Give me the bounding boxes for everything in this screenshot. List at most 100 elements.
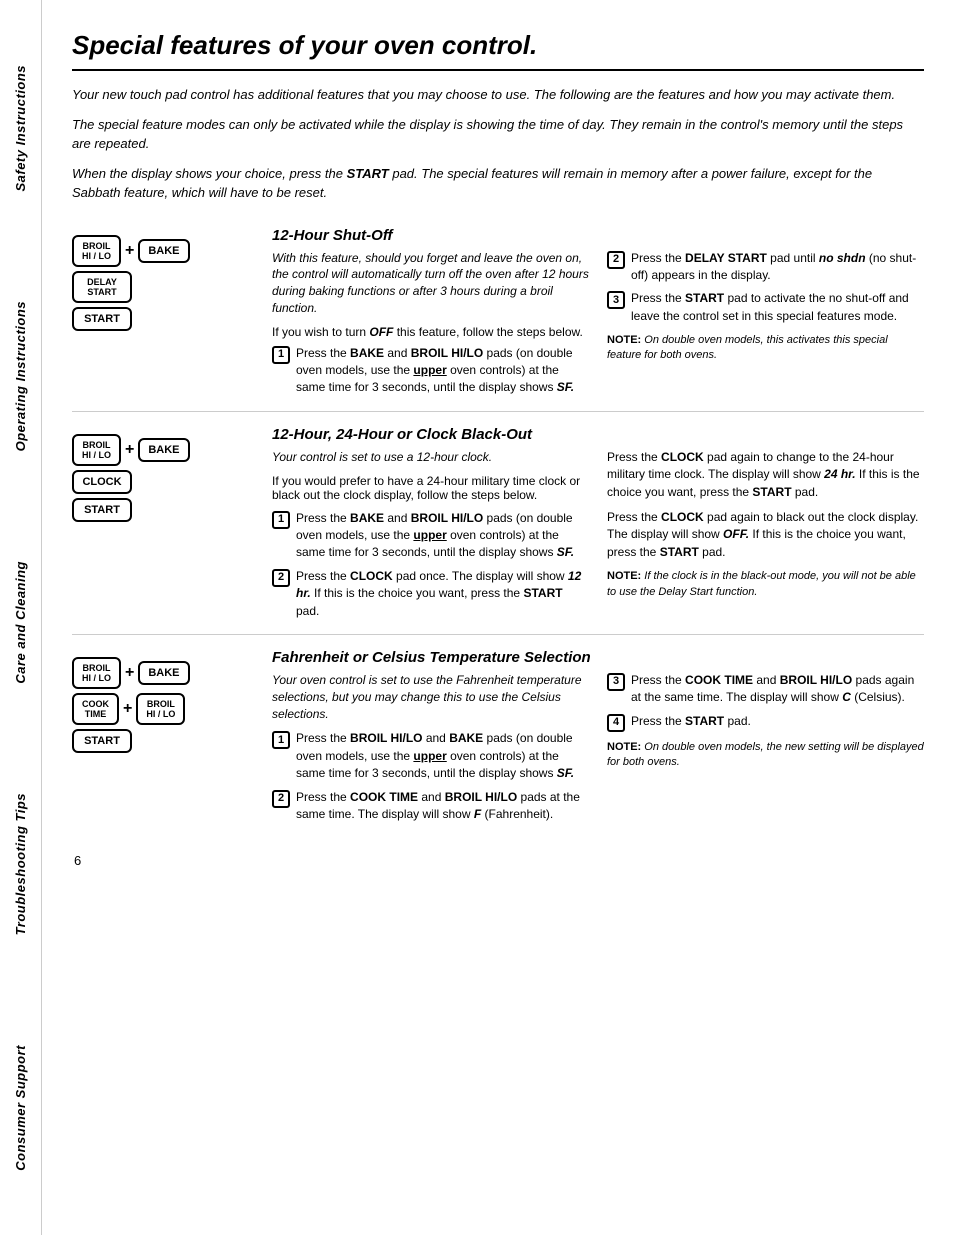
intro-paragraph-1: Your new touch pad control has additiona… <box>72 85 924 105</box>
section-shutoff-keypad: BROILHI / LO + BAKE DELAYSTART START <box>72 227 272 397</box>
temp-steps-right: 3 Press the COOK TIME and BROIL HI/LO pa… <box>607 672 924 732</box>
clock-columns: Your control is set to use a 12-hour clo… <box>272 449 924 620</box>
keypad-clock: BROILHI / LO + BAKE CLOCK START <box>72 434 190 522</box>
shutoff-heading: 12-Hour Shut-Off <box>272 227 924 244</box>
keypad-clock-row-1: BROILHI / LO + BAKE <box>72 434 190 466</box>
key-delay-start: DELAYSTART <box>72 271 132 303</box>
temp-step-text-3: Press the COOK TIME and BROIL HI/LO pads… <box>631 672 924 707</box>
key-start-2: START <box>72 498 132 522</box>
temp-step-num-3: 3 <box>607 673 625 691</box>
temp-col-right: 3 Press the COOK TIME and BROIL HI/LO pa… <box>607 672 924 823</box>
keypad-row-3: START <box>72 307 132 331</box>
temp-intro: Your oven control is set to use the Fahr… <box>272 672 589 722</box>
keypad-shutoff: BROILHI / LO + BAKE DELAYSTART START <box>72 235 190 331</box>
key-broil-hilo-2: BROILHI / LO <box>72 434 121 466</box>
clock-heading: 12-Hour, 24-Hour or Clock Black-Out <box>272 426 924 443</box>
clock-step-text-2: Press the CLOCK pad once. The display wi… <box>296 568 589 620</box>
shutoff-steps-right: 2 Press the DELAY START pad until no shd… <box>607 250 924 326</box>
clock-if-off: If you would prefer to have a 24-hour mi… <box>272 474 589 502</box>
section-temp-content: Fahrenheit or Celsius Temperature Select… <box>272 649 924 823</box>
keypad-temp-row-1: BROILHI / LO + BAKE <box>72 657 190 689</box>
keypad-temp-row-3: START <box>72 729 132 753</box>
key-cook-time: COOKTIME <box>72 693 119 725</box>
key-bake-2: BAKE <box>138 438 189 462</box>
section-clock-content: 12-Hour, 24-Hour or Clock Black-Out Your… <box>272 426 924 620</box>
plus-sign-3: + <box>125 664 134 682</box>
key-start-1: START <box>72 307 132 331</box>
sidebar-item-operating: Operating Instructions <box>13 286 28 466</box>
key-bake-3: BAKE <box>138 661 189 685</box>
key-start-3: START <box>72 729 132 753</box>
clock-right-text-1: Press the CLOCK pad again to change to t… <box>607 449 924 501</box>
temp-steps-left: 1 Press the BROIL HI/LO and BAKE pads (o… <box>272 730 589 823</box>
clock-step-2: 2 Press the CLOCK pad once. The display … <box>272 568 589 620</box>
key-clock: CLOCK <box>72 470 132 494</box>
temp-step-3: 3 Press the COOK TIME and BROIL HI/LO pa… <box>607 672 924 707</box>
temp-step-1: 1 Press the BROIL HI/LO and BAKE pads (o… <box>272 730 589 782</box>
temp-step-2: 2 Press the COOK TIME and BROIL HI/LO pa… <box>272 789 589 824</box>
shutoff-intro: With this feature, should you forget and… <box>272 250 589 317</box>
keypad-temp-row-2: COOKTIME + BROILHI / LO <box>72 693 185 725</box>
plus-sign-1: + <box>125 242 134 260</box>
clock-steps-left: 1 Press the BAKE and BROIL HI/LO pads (o… <box>272 510 589 620</box>
intro-paragraph-2: The special feature modes can only be ac… <box>72 115 924 154</box>
step-num-1: 1 <box>272 346 290 364</box>
clock-col-right: Press the CLOCK pad again to change to t… <box>607 449 924 620</box>
keypad-clock-row-3: START <box>72 498 132 522</box>
plus-sign-2: + <box>125 441 134 459</box>
page-title: Special features of your oven control. <box>72 30 924 71</box>
clock-note: NOTE: If the clock is in the black-out m… <box>607 569 924 600</box>
temp-step-num-2: 2 <box>272 790 290 808</box>
plus-sign-4: + <box>123 700 132 718</box>
section-temp-keypad: BROILHI / LO + BAKE COOKTIME + BROILHI /… <box>72 649 272 823</box>
step-num-2: 2 <box>607 251 625 269</box>
section-shutoff: BROILHI / LO + BAKE DELAYSTART START 12-… <box>72 213 924 412</box>
clock-step-1: 1 Press the BAKE and BROIL HI/LO pads (o… <box>272 510 589 562</box>
page-number: 6 <box>72 853 924 868</box>
keypad-row-1: BROILHI / LO + BAKE <box>72 235 190 267</box>
temp-col-left: Your oven control is set to use the Fahr… <box>272 672 589 823</box>
clock-intro: Your control is set to use a 12-hour clo… <box>272 449 589 466</box>
shutoff-if-off: If you wish to turn OFF this feature, fo… <box>272 325 589 339</box>
keypad-clock-row-2: CLOCK <box>72 470 132 494</box>
step-text-1: Press the BAKE and BROIL HI/LO pads (on … <box>296 345 589 397</box>
main-content: Special features of your oven control. Y… <box>42 0 954 1235</box>
clock-col-left: Your control is set to use a 12-hour clo… <box>272 449 589 620</box>
temp-step-text-4: Press the START pad. <box>631 713 924 730</box>
sidebar-item-troubleshooting: Troubleshooting Tips <box>13 778 28 950</box>
shutoff-step-2: 2 Press the DELAY START pad until no shd… <box>607 250 924 285</box>
temp-step-num-4: 4 <box>607 714 625 732</box>
temp-note: NOTE: On double oven models, the new set… <box>607 740 924 771</box>
keypad-temp: BROILHI / LO + BAKE COOKTIME + BROILHI /… <box>72 657 190 753</box>
shutoff-step-3: 3 Press the START pad to activate the no… <box>607 290 924 325</box>
clock-step-num-2: 2 <box>272 569 290 587</box>
temp-step-num-1: 1 <box>272 731 290 749</box>
temp-columns: Your oven control is set to use the Fahr… <box>272 672 924 823</box>
step-text-2: Press the DELAY START pad until no shdn … <box>631 250 924 285</box>
intro-paragraph-3: When the display shows your choice, pres… <box>72 164 924 203</box>
section-temp: BROILHI / LO + BAKE COOKTIME + BROILHI /… <box>72 635 924 837</box>
clock-step-num-1: 1 <box>272 511 290 529</box>
shutoff-col-left: With this feature, should you forget and… <box>272 250 589 397</box>
shutoff-col-right: 2 Press the DELAY START pad until no shd… <box>607 250 924 397</box>
temp-step-4: 4 Press the START pad. <box>607 713 924 732</box>
temp-step-text-1: Press the BROIL HI/LO and BAKE pads (on … <box>296 730 589 782</box>
key-bake-1: BAKE <box>138 239 189 263</box>
step-text-3: Press the START pad to activate the no s… <box>631 290 924 325</box>
key-broil-hilo-4: BROILHI / LO <box>136 693 185 725</box>
sidebar-item-safety: Safety Instructions <box>13 50 28 207</box>
sidebar-item-care: Care and Cleaning <box>13 546 28 699</box>
clock-step-text-1: Press the BAKE and BROIL HI/LO pads (on … <box>296 510 589 562</box>
section-clock-keypad: BROILHI / LO + BAKE CLOCK START <box>72 426 272 620</box>
sidebar: Safety Instructions Operating Instructio… <box>0 0 42 1235</box>
shutoff-columns: With this feature, should you forget and… <box>272 250 924 397</box>
clock-right-text-2: Press the CLOCK pad again to black out t… <box>607 509 924 561</box>
temp-step-text-2: Press the COOK TIME and BROIL HI/LO pads… <box>296 789 589 824</box>
shutoff-steps-left: 1 Press the BAKE and BROIL HI/LO pads (o… <box>272 345 589 397</box>
temp-heading: Fahrenheit or Celsius Temperature Select… <box>272 649 924 666</box>
key-broil-hilo-3: BROILHI / LO <box>72 657 121 689</box>
step-num-3: 3 <box>607 291 625 309</box>
sidebar-item-consumer: Consumer Support <box>13 1030 28 1186</box>
shutoff-note: NOTE: On double oven models, this activa… <box>607 333 924 364</box>
section-shutoff-content: 12-Hour Shut-Off With this feature, shou… <box>272 227 924 397</box>
